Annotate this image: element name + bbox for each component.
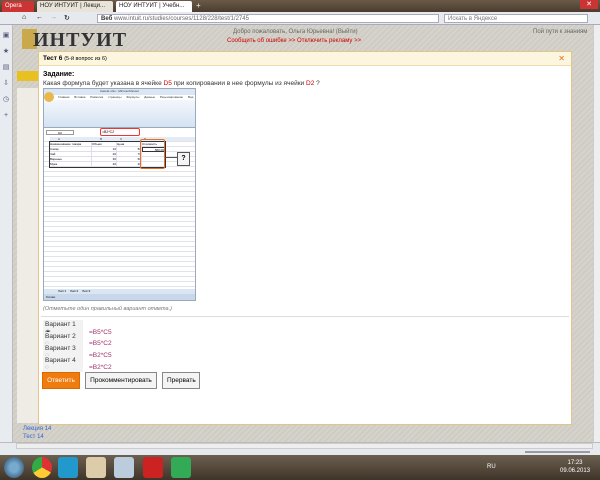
start-button-icon[interactable] bbox=[4, 457, 24, 478]
ribbon-tab: Вид bbox=[187, 95, 194, 99]
name-box: D2 bbox=[46, 130, 74, 135]
chrome-icon[interactable] bbox=[32, 457, 52, 478]
clock-date: 09.06.2013 bbox=[560, 468, 591, 474]
close-window-icon[interactable]: ✕ bbox=[580, 0, 598, 9]
target-cell: D5 bbox=[163, 80, 172, 87]
url-field[interactable]: Веб www.intuit.ru/studies/courses/1128/2… bbox=[97, 14, 439, 23]
speed-dial-icon[interactable]: ▣ bbox=[0, 28, 12, 44]
history-icon[interactable]: ◷ bbox=[0, 92, 12, 108]
ribbon-tab: Рецензирование bbox=[159, 95, 184, 99]
tab-test[interactable]: НОУ ИНТУИТ | Учебн... bbox=[116, 1, 192, 12]
comment-button[interactable]: Прокомментировать bbox=[85, 372, 157, 389]
search-input[interactable]: Искать в Яндексе bbox=[444, 14, 588, 23]
question-callout: ? bbox=[177, 152, 190, 166]
downloads-icon[interactable]: ⇩ bbox=[0, 76, 12, 92]
url-text: www.intuit.ru/studies/courses/1128/228/t… bbox=[113, 16, 249, 22]
excel-screenshot: Книга1.xlsx - Microsoft Excel Главная Вс… bbox=[43, 88, 196, 301]
excel-status: Готово bbox=[44, 294, 195, 300]
site-logo[interactable]: ИНТУИТ bbox=[33, 29, 127, 52]
windows-taskbar: RU 17:23 09.06.2013 bbox=[0, 455, 600, 480]
option-formula: =B2*C2 bbox=[89, 364, 112, 371]
ribbon-tab: Формулы bbox=[126, 95, 140, 99]
clock-time: 17:23 bbox=[567, 460, 583, 466]
forward-icon[interactable]: → bbox=[50, 14, 57, 21]
answer-button[interactable]: Ответить bbox=[42, 372, 80, 389]
course-links: Лекция 14 Тест 14 bbox=[23, 425, 51, 441]
test-dialog: Тест 6 (5-й вопрос из 6) ✕ Задание: Кака… bbox=[38, 51, 572, 425]
question-part: Какая формула будет указана в ячейке bbox=[43, 80, 164, 87]
new-tab-icon[interactable]: + bbox=[196, 1, 201, 10]
reload-icon[interactable]: ↻ bbox=[64, 14, 70, 22]
opera-menu-button[interactable]: Opera bbox=[2, 1, 34, 12]
dialog-header: Тест 6 (5-й вопрос из 6) ✕ bbox=[39, 52, 571, 66]
link-test-14[interactable]: Тест 14 bbox=[23, 433, 51, 441]
option-label: Вариант 2 bbox=[45, 333, 76, 340]
ribbon-tab: Главная bbox=[58, 95, 70, 99]
tab-lecture[interactable]: НОУ ИНТУИТ | Лекци... bbox=[37, 1, 113, 12]
explorer-icon[interactable] bbox=[86, 457, 106, 478]
top-right-text: Пой пути к знаниям bbox=[533, 29, 588, 35]
browser-status-bar bbox=[0, 442, 600, 455]
formula-bar: =B2*C2 bbox=[100, 128, 140, 136]
excel-icon[interactable] bbox=[171, 457, 191, 478]
dialog-subtitle: (5-й вопрос из 6) bbox=[64, 56, 107, 62]
ribbon-tab: Вставка bbox=[74, 95, 86, 99]
language-indicator[interactable]: RU bbox=[487, 464, 496, 470]
sheet-tab: Лист3 bbox=[82, 289, 91, 293]
option-4[interactable]: Вариант 4 ○ =B2*C2 bbox=[43, 356, 112, 372]
answer-hint: (Отметьте один правильный вариант ответа… bbox=[43, 306, 172, 312]
document-icon[interactable] bbox=[114, 457, 134, 478]
abort-button[interactable]: Прервать bbox=[162, 372, 200, 389]
notes-icon[interactable]: ▤ bbox=[0, 60, 12, 76]
question-part: при копировании в нее формулы из ячейки bbox=[171, 80, 306, 87]
link-lecture-14[interactable]: Лекция 14 bbox=[23, 425, 51, 433]
sheet-tab: Лист1 bbox=[58, 289, 67, 293]
clock[interactable]: 17:23 09.06.2013 bbox=[560, 459, 590, 475]
divider bbox=[41, 316, 569, 317]
task-label: Задание: bbox=[43, 71, 75, 78]
highlight-box bbox=[140, 139, 165, 169]
opera-icon[interactable] bbox=[143, 457, 163, 478]
dialog-title: Тест 6 bbox=[43, 55, 63, 62]
office-button-icon bbox=[44, 92, 54, 102]
option-label: Вариант 3 bbox=[45, 345, 76, 352]
greeting: Добро пожаловать, Ольга Юрьевна! (Выйти) bbox=[233, 29, 358, 35]
horizontal-scrollbar[interactable] bbox=[16, 443, 593, 449]
bookmarks-icon[interactable]: ★ bbox=[0, 44, 12, 60]
callout-line bbox=[165, 157, 177, 158]
close-icon[interactable]: ✕ bbox=[558, 54, 565, 63]
radio[interactable]: ○ bbox=[45, 364, 49, 371]
option-label: Вариант 4 bbox=[45, 357, 76, 364]
excel-ribbon bbox=[44, 100, 195, 128]
option-label: Вариант 1 bbox=[45, 321, 76, 328]
url-prefix: Веб bbox=[101, 16, 113, 22]
add-panel-icon[interactable]: + bbox=[0, 108, 12, 124]
opera-side-panel: ▣ ★ ▤ ⇩ ◷ + bbox=[0, 25, 13, 455]
ribbon-tab: Разметка страницы bbox=[90, 95, 122, 99]
question-text: Какая формула будет указана в ячейке D5 … bbox=[43, 80, 320, 87]
ribbon-tab: Данные bbox=[144, 95, 156, 99]
skype-icon[interactable] bbox=[58, 457, 78, 478]
address-bar: ⌂ ← → ↻ Веб www.intuit.ru/studies/course… bbox=[0, 12, 600, 25]
home-icon[interactable]: ⌂ bbox=[22, 14, 26, 21]
page-scrollbar[interactable] bbox=[593, 25, 600, 442]
back-icon[interactable]: ← bbox=[36, 14, 43, 21]
sheet-tab: Лист2 bbox=[70, 289, 79, 293]
report-links[interactable]: Сообщить об ошибке >> Отключить рекламу … bbox=[227, 38, 361, 44]
browser-tab-bar: Opera НОУ ИНТУИТ | Лекци... НОУ ИНТУИТ |… bbox=[0, 0, 600, 12]
search-placeholder: Искать в Яндексе bbox=[448, 16, 498, 22]
zoom-slider[interactable] bbox=[525, 451, 590, 453]
question-part: ? bbox=[314, 80, 320, 87]
